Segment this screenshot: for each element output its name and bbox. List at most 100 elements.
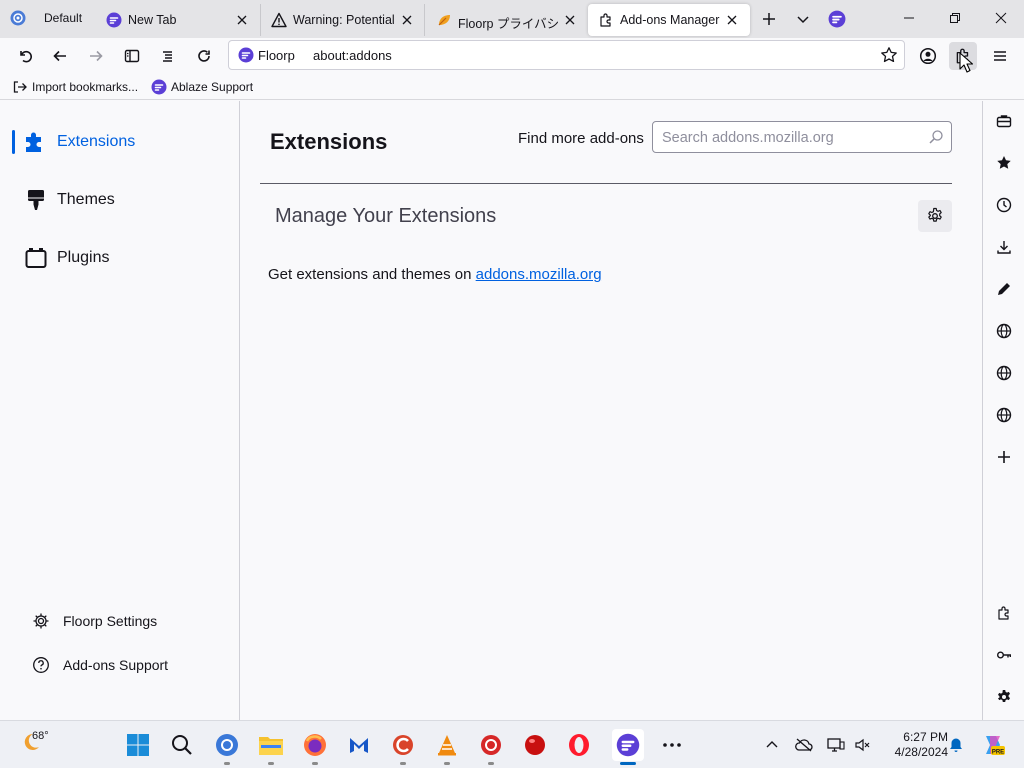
close-icon[interactable]: [234, 12, 250, 28]
new-tab-button[interactable]: [758, 8, 780, 30]
running-indicator: [400, 762, 406, 765]
arrow-right-icon: [90, 50, 103, 62]
close-icon[interactable]: [562, 12, 578, 28]
tree-tabs-button[interactable]: [154, 42, 182, 70]
tab-new-tab[interactable]: New Tab: [96, 4, 261, 36]
ccleaner-icon: [393, 735, 413, 755]
bookmark-star-icon[interactable]: [880, 46, 898, 64]
taskbar-floorp[interactable]: [612, 729, 644, 765]
red-ball-icon: [525, 735, 545, 755]
navigation-toolbar: Floorp about:addons: [0, 38, 1024, 73]
close-icon[interactable]: [399, 12, 415, 28]
app-menu-button[interactable]: [986, 42, 1014, 70]
bookmarks-panel-button[interactable]: [993, 152, 1015, 174]
category-themes[interactable]: Themes: [0, 178, 239, 222]
taskbar-vlc[interactable]: [431, 729, 463, 765]
get-extensions-label: Get extensions and themes on: [268, 266, 472, 283]
show-hidden-icons-button[interactable]: [762, 735, 782, 755]
taskbar-ccleaner[interactable]: [387, 729, 419, 765]
category-plugins[interactable]: Plugins: [0, 236, 239, 280]
page-title: Extensions: [270, 129, 388, 154]
footer-link-label: Add-ons Support: [63, 657, 169, 673]
footer-link-label: Floorp Settings: [63, 613, 158, 629]
close-window-button[interactable]: [978, 0, 1024, 36]
bookmark-ablaze-support[interactable]: Ablaze Support: [151, 79, 253, 95]
history-panel-button[interactable]: [993, 194, 1015, 216]
clock-icon: [996, 197, 1012, 213]
category-extensions[interactable]: Extensions: [0, 120, 239, 164]
tab-title: Add-ons Manager: [620, 13, 720, 27]
folder-icon: [259, 737, 283, 755]
taskbar-firefox[interactable]: [299, 729, 331, 765]
reload-button[interactable]: [190, 42, 218, 70]
addons-search-input[interactable]: Search addons.mozilla.org: [652, 121, 952, 153]
taskbar-chrome[interactable]: [211, 729, 243, 765]
tab-strip: Default New Tab Warning: Potential S Flo…: [0, 0, 1024, 38]
find-more-label: Find more add-ons: [518, 130, 644, 147]
tab-warning[interactable]: Warning: Potential S: [261, 4, 425, 36]
web-panel-1-button[interactable]: [993, 320, 1015, 342]
sidebar-settings-button[interactable]: [993, 686, 1015, 708]
profile-button[interactable]: Default: [0, 0, 96, 38]
network-tray-icon[interactable]: [826, 735, 846, 755]
windows-taskbar: 68° 6:27 PM 4/28/2024 PRE: [0, 720, 1024, 768]
chevron-up-icon: [766, 741, 778, 748]
url-bar[interactable]: Floorp about:addons: [228, 40, 905, 70]
tab-addons-manager[interactable]: Add-ons Manager: [588, 4, 750, 36]
passwords-button[interactable]: [993, 644, 1015, 666]
addons-main: Extensions Find more add-ons Search addo…: [240, 101, 982, 720]
web-panel-2-button[interactable]: [993, 362, 1015, 384]
list-all-tabs-button[interactable]: [792, 8, 814, 30]
floorp-icon: [828, 10, 846, 28]
system-clock[interactable]: 6:27 PM 4/28/2024: [880, 730, 948, 760]
reload-icon: [198, 50, 210, 62]
notifications-button[interactable]: [946, 735, 966, 755]
amo-link[interactable]: addons.mozilla.org: [476, 266, 602, 283]
forward-button[interactable]: [82, 42, 110, 70]
category-label: Extensions: [57, 133, 136, 150]
taskbar-app-red[interactable]: [475, 729, 507, 765]
restore-button[interactable]: [932, 0, 978, 36]
tools-menu-button[interactable]: [918, 200, 952, 232]
tab-floorp-privacy[interactable]: Floorp プライバシー: [426, 4, 588, 36]
bookmarks-toolbar: Import bookmarks... Ablaze Support: [0, 74, 1024, 100]
notes-panel-button[interactable]: [993, 278, 1015, 300]
chrome-icon: [216, 734, 238, 756]
back-button[interactable]: [46, 42, 74, 70]
running-indicator: [224, 762, 230, 765]
start-button[interactable]: [122, 729, 154, 761]
add-web-panel-button[interactable]: [993, 446, 1015, 468]
taskbar-search-button[interactable]: [166, 729, 198, 761]
taskbar-malwarebytes[interactable]: [343, 729, 375, 761]
floorp-icon: [238, 47, 254, 63]
account-button[interactable]: [914, 42, 942, 70]
addons-support-link[interactable]: Add-ons Support: [32, 656, 168, 674]
taskbar-overflow-button[interactable]: [656, 729, 688, 761]
cloud-tray-icon[interactable]: [794, 735, 814, 755]
taskbar-app-redball[interactable]: [519, 729, 551, 761]
copilot-button[interactable]: PRE: [980, 735, 1006, 756]
briefcase-icon: [996, 115, 1012, 128]
undo-close-tab-button[interactable]: [11, 42, 39, 70]
floorp-menu-button[interactable]: [826, 8, 848, 30]
floorp-settings-link[interactable]: Floorp Settings: [32, 612, 157, 630]
taskbar-file-explorer[interactable]: [255, 729, 287, 765]
url-text[interactable]: about:addons: [313, 48, 392, 63]
volume-tray-icon[interactable]: [852, 735, 872, 755]
web-panel-3-button[interactable]: [993, 404, 1015, 426]
bookmark-import[interactable]: Import bookmarks...: [12, 79, 138, 95]
downloads-panel-button[interactable]: [993, 236, 1015, 258]
sidebar-toggle-button[interactable]: [118, 42, 146, 70]
addons-sidebar-button[interactable]: [993, 602, 1015, 624]
close-icon[interactable]: [724, 12, 740, 28]
minimize-button[interactable]: [886, 0, 932, 36]
profile-icon: [10, 10, 26, 26]
minimize-icon: [904, 17, 914, 19]
sidebar-panel-button[interactable]: [993, 110, 1015, 132]
weather-temperature: 68°: [32, 730, 49, 742]
manage-extensions-heading: Manage Your Extensions: [275, 205, 497, 227]
running-indicator: [268, 762, 274, 765]
globe-icon: [996, 407, 1012, 423]
taskbar-opera[interactable]: [563, 729, 595, 761]
gear-icon: [928, 207, 942, 222]
